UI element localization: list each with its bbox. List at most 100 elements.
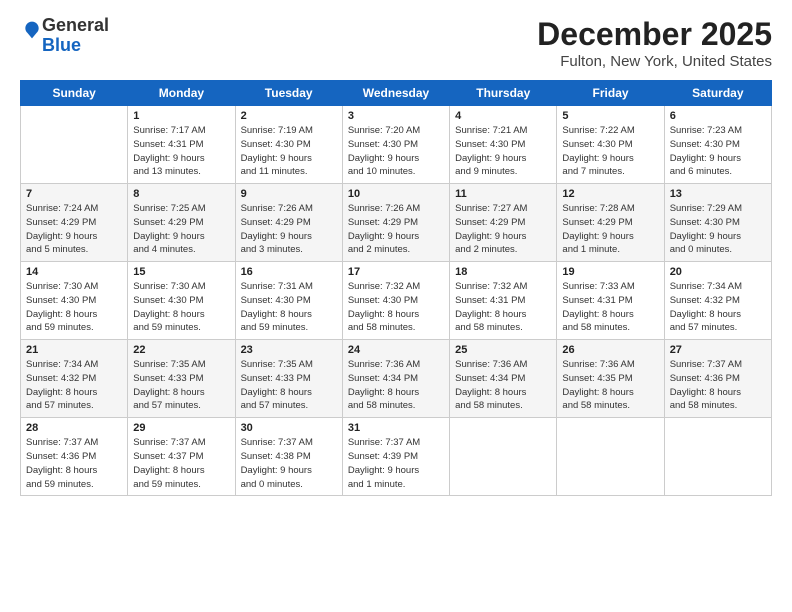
- day-number: 2: [241, 110, 337, 122]
- calendar-weekday-friday: Friday: [557, 81, 664, 106]
- logo-general: General: [42, 15, 109, 35]
- calendar-cell: 19 Sunrise: 7:33 AMSunset: 4:31 PMDayligh…: [557, 262, 664, 340]
- calendar-weekday-sunday: Sunday: [21, 81, 128, 106]
- day-info: Sunrise: 7:36 AMSunset: 4:34 PMDaylight:…: [455, 358, 551, 413]
- logo: General Blue: [20, 16, 109, 56]
- day-number: 31: [348, 422, 444, 434]
- day-info: Sunrise: 7:26 AMSunset: 4:29 PMDaylight:…: [241, 202, 337, 257]
- calendar-cell: 6 Sunrise: 7:23 AMSunset: 4:30 PMDaylight…: [664, 106, 771, 184]
- calendar-cell: 21 Sunrise: 7:34 AMSunset: 4:32 PMDayligh…: [21, 340, 128, 418]
- calendar-cell: 8 Sunrise: 7:25 AMSunset: 4:29 PMDaylight…: [128, 184, 235, 262]
- day-info: Sunrise: 7:25 AMSunset: 4:29 PMDaylight:…: [133, 202, 229, 257]
- day-number: 29: [133, 422, 229, 434]
- logo-icon: [22, 20, 42, 40]
- day-number: 11: [455, 188, 551, 200]
- day-number: 28: [26, 422, 122, 434]
- calendar-cell: 29 Sunrise: 7:37 AMSunset: 4:37 PMDayligh…: [128, 418, 235, 496]
- calendar-cell: [664, 418, 771, 496]
- calendar-cell: 9 Sunrise: 7:26 AMSunset: 4:29 PMDaylight…: [235, 184, 342, 262]
- day-number: 13: [670, 188, 766, 200]
- day-number: 17: [348, 266, 444, 278]
- day-info: Sunrise: 7:30 AMSunset: 4:30 PMDaylight:…: [26, 280, 122, 335]
- calendar-cell: 10Sunrise: 7:26 AMSunset: 4:29 PMDayligh…: [342, 184, 449, 262]
- day-number: 15: [133, 266, 229, 278]
- day-info: Sunrise: 7:22 AMSunset: 4:30 PMDaylight:…: [562, 124, 658, 179]
- day-info: Sunrise: 7:36 AMSunset: 4:35 PMDaylight:…: [562, 358, 658, 413]
- calendar-weekday-tuesday: Tuesday: [235, 81, 342, 106]
- day-info: Sunrise: 7:37 AMSunset: 4:39 PMDaylight:…: [348, 436, 444, 491]
- day-number: 19: [562, 266, 658, 278]
- day-number: 18: [455, 266, 551, 278]
- calendar-week-row: 21 Sunrise: 7:34 AMSunset: 4:32 PMDayligh…: [21, 340, 772, 418]
- day-info: Sunrise: 7:20 AMSunset: 4:30 PMDaylight:…: [348, 124, 444, 179]
- day-info: Sunrise: 7:36 AMSunset: 4:34 PMDaylight:…: [348, 358, 444, 413]
- day-info: Sunrise: 7:28 AMSunset: 4:29 PMDaylight:…: [562, 202, 658, 257]
- calendar-week-row: 14 Sunrise: 7:30 AMSunset: 4:30 PMDayligh…: [21, 262, 772, 340]
- calendar-cell: 14 Sunrise: 7:30 AMSunset: 4:30 PMDayligh…: [21, 262, 128, 340]
- page: General Blue December 2025 Fulton, New Y…: [0, 0, 792, 612]
- day-number: 9: [241, 188, 337, 200]
- day-info: Sunrise: 7:35 AMSunset: 4:33 PMDaylight:…: [133, 358, 229, 413]
- calendar-weekday-monday: Monday: [128, 81, 235, 106]
- calendar-week-row: 7 Sunrise: 7:24 AMSunset: 4:29 PMDaylight…: [21, 184, 772, 262]
- day-info: Sunrise: 7:37 AMSunset: 4:37 PMDaylight:…: [133, 436, 229, 491]
- day-info: Sunrise: 7:24 AMSunset: 4:29 PMDaylight:…: [26, 202, 122, 257]
- day-info: Sunrise: 7:30 AMSunset: 4:30 PMDaylight:…: [133, 280, 229, 335]
- calendar-cell: 3Sunrise: 7:20 AMSunset: 4:30 PMDaylight…: [342, 106, 449, 184]
- calendar-weekday-wednesday: Wednesday: [342, 81, 449, 106]
- calendar-cell: [21, 106, 128, 184]
- calendar-cell: 2Sunrise: 7:19 AMSunset: 4:30 PMDaylight…: [235, 106, 342, 184]
- day-number: 4: [455, 110, 551, 122]
- calendar-cell: 23 Sunrise: 7:35 AMSunset: 4:33 PMDayligh…: [235, 340, 342, 418]
- day-number: 20: [670, 266, 766, 278]
- day-number: 21: [26, 344, 122, 356]
- day-info: Sunrise: 7:37 AMSunset: 4:36 PMDaylight:…: [670, 358, 766, 413]
- calendar: SundayMondayTuesdayWednesdayThursdayFrid…: [20, 80, 772, 496]
- day-info: Sunrise: 7:37 AMSunset: 4:36 PMDaylight:…: [26, 436, 122, 491]
- calendar-cell: 28 Sunrise: 7:37 AMSunset: 4:36 PMDayligh…: [21, 418, 128, 496]
- day-info: Sunrise: 7:33 AMSunset: 4:31 PMDaylight:…: [562, 280, 658, 335]
- day-number: 25: [455, 344, 551, 356]
- day-number: 23: [241, 344, 337, 356]
- day-number: 27: [670, 344, 766, 356]
- calendar-cell: 24 Sunrise: 7:36 AMSunset: 4:34 PMDayligh…: [342, 340, 449, 418]
- calendar-cell: [557, 418, 664, 496]
- day-number: 14: [26, 266, 122, 278]
- day-info: Sunrise: 7:17 AMSunset: 4:31 PMDaylight:…: [133, 124, 229, 179]
- day-info: Sunrise: 7:35 AMSunset: 4:33 PMDaylight:…: [241, 358, 337, 413]
- title-block: December 2025 Fulton, New York, United S…: [537, 16, 772, 70]
- header: General Blue December 2025 Fulton, New Y…: [20, 16, 772, 70]
- day-info: Sunrise: 7:27 AMSunset: 4:29 PMDaylight:…: [455, 202, 551, 257]
- calendar-cell: 5Sunrise: 7:22 AMSunset: 4:30 PMDaylight…: [557, 106, 664, 184]
- day-number: 26: [562, 344, 658, 356]
- calendar-header-row: SundayMondayTuesdayWednesdayThursdayFrid…: [21, 81, 772, 106]
- calendar-cell: 11 Sunrise: 7:27 AMSunset: 4:29 PMDayligh…: [450, 184, 557, 262]
- calendar-week-row: 1 Sunrise: 7:17 AMSunset: 4:31 PMDaylight…: [21, 106, 772, 184]
- day-number: 16: [241, 266, 337, 278]
- calendar-cell: 7 Sunrise: 7:24 AMSunset: 4:29 PMDaylight…: [21, 184, 128, 262]
- day-info: Sunrise: 7:34 AMSunset: 4:32 PMDaylight:…: [26, 358, 122, 413]
- calendar-cell: 16 Sunrise: 7:31 AMSunset: 4:30 PMDayligh…: [235, 262, 342, 340]
- day-number: 1: [133, 110, 229, 122]
- day-info: Sunrise: 7:32 AMSunset: 4:30 PMDaylight:…: [348, 280, 444, 335]
- calendar-cell: 12Sunrise: 7:28 AMSunset: 4:29 PMDayligh…: [557, 184, 664, 262]
- calendar-cell: [450, 418, 557, 496]
- logo-blue: Blue: [42, 35, 81, 55]
- day-number: 24: [348, 344, 444, 356]
- day-number: 22: [133, 344, 229, 356]
- day-info: Sunrise: 7:31 AMSunset: 4:30 PMDaylight:…: [241, 280, 337, 335]
- logo-text: General Blue: [42, 16, 109, 56]
- day-info: Sunrise: 7:21 AMSunset: 4:30 PMDaylight:…: [455, 124, 551, 179]
- calendar-cell: 20Sunrise: 7:34 AMSunset: 4:32 PMDayligh…: [664, 262, 771, 340]
- day-number: 6: [670, 110, 766, 122]
- day-number: 7: [26, 188, 122, 200]
- day-number: 8: [133, 188, 229, 200]
- calendar-weekday-saturday: Saturday: [664, 81, 771, 106]
- day-info: Sunrise: 7:32 AMSunset: 4:31 PMDaylight:…: [455, 280, 551, 335]
- calendar-cell: 27 Sunrise: 7:37 AMSunset: 4:36 PMDayligh…: [664, 340, 771, 418]
- calendar-cell: 17 Sunrise: 7:32 AMSunset: 4:30 PMDayligh…: [342, 262, 449, 340]
- calendar-cell: 1 Sunrise: 7:17 AMSunset: 4:31 PMDaylight…: [128, 106, 235, 184]
- calendar-cell: 31 Sunrise: 7:37 AMSunset: 4:39 PMDayligh…: [342, 418, 449, 496]
- day-info: Sunrise: 7:23 AMSunset: 4:30 PMDaylight:…: [670, 124, 766, 179]
- day-info: Sunrise: 7:29 AMSunset: 4:30 PMDaylight:…: [670, 202, 766, 257]
